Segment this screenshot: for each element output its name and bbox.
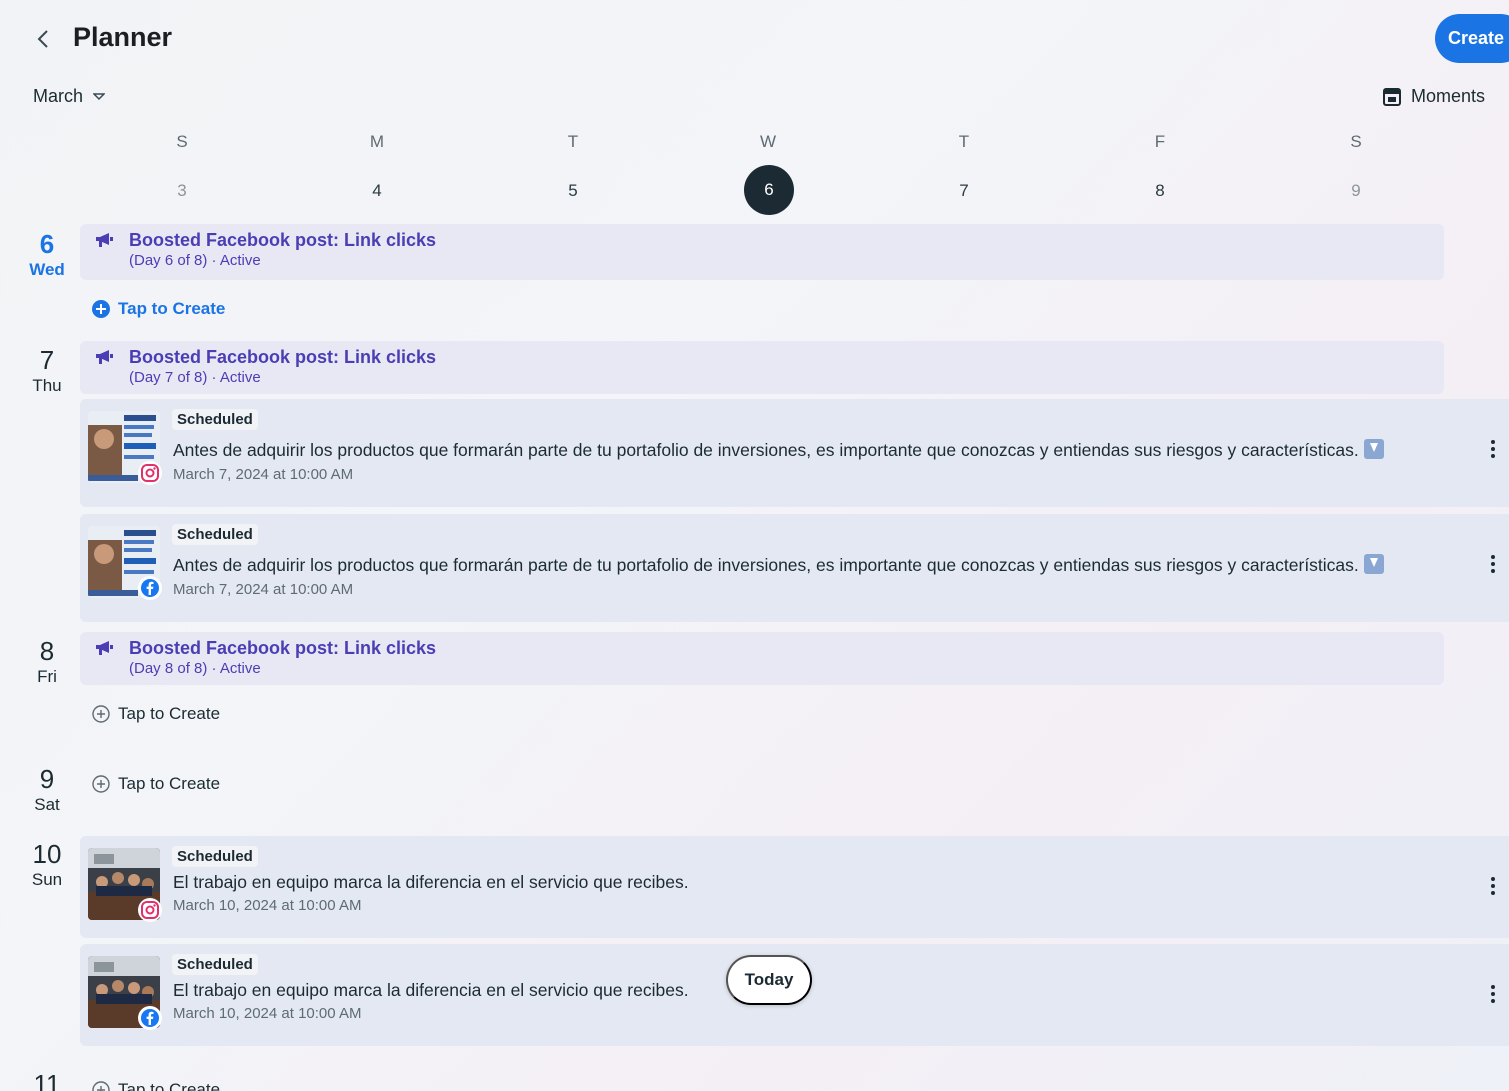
day-number: 9: [39, 764, 55, 794]
plus-circle-outline-icon: [92, 775, 110, 793]
instagram-icon: [138, 461, 162, 485]
post-date: March 10, 2024 at 10:00 AM: [173, 1005, 362, 1022]
more-options-icon[interactable]: [1487, 552, 1499, 576]
weekday-header: T: [958, 132, 970, 151]
tap-to-create[interactable]: Tap to Create: [92, 1080, 220, 1091]
day-number: 10: [32, 839, 62, 869]
down-arrow-emoji-icon: [1363, 439, 1384, 459]
day-number: 6: [39, 229, 55, 259]
scheduled-post-card[interactable]: Scheduled Antes de adquirir los producto…: [80, 514, 1509, 622]
day-label: 8 Fri: [12, 637, 82, 687]
boosted-post-card[interactable]: Boosted Facebook post: Link clicks (Day …: [80, 341, 1444, 394]
back-button[interactable]: [28, 24, 58, 54]
megaphone-icon: [96, 233, 113, 247]
tap-to-create-label: Tap to Create: [118, 1080, 221, 1091]
post-date: March 10, 2024 at 10:00 AM: [173, 897, 362, 914]
boost-title: Boosted Facebook post: Link clicks: [129, 638, 437, 658]
chevron-left-icon: [37, 30, 48, 48]
status-badge: Scheduled: [172, 846, 258, 867]
more-options-icon[interactable]: [1487, 874, 1499, 898]
post-text: Antes de adquirir los productos que form…: [173, 554, 1384, 576]
tap-to-create-label: Tap to Create: [118, 704, 221, 723]
today-button[interactable]: Today: [726, 955, 812, 1005]
post-text: El trabajo en equipo marca la diferencia…: [173, 980, 689, 1000]
moments-button[interactable]: Moments: [1382, 86, 1485, 107]
day-label: 11: [12, 1070, 82, 1091]
boost-subtitle: (Day 6 of 8) · Active: [129, 252, 261, 269]
day-label: 6 Wed: [12, 230, 82, 280]
plus-circle-outline-icon: [92, 1081, 110, 1091]
weekday-header: F: [1154, 132, 1166, 151]
status-badge: Scheduled: [172, 954, 258, 975]
scheduled-post-card[interactable]: Scheduled Antes de adquirir los producto…: [80, 399, 1509, 507]
more-options-icon[interactable]: [1487, 982, 1499, 1006]
weekday-header: W: [759, 132, 777, 151]
tap-to-create[interactable]: Tap to Create: [92, 774, 220, 794]
chevron-down-icon: [93, 92, 106, 100]
page-title: Planner: [73, 22, 173, 52]
create-button[interactable]: Create: [1435, 14, 1509, 63]
boosted-post-card[interactable]: Boosted Facebook post: Link clicks (Day …: [80, 224, 1444, 280]
post-date: March 7, 2024 at 10:00 AM: [173, 581, 354, 598]
day-of-week: Thu: [32, 376, 62, 395]
month-selector[interactable]: March: [33, 86, 106, 107]
day-number: 8: [39, 636, 55, 666]
down-arrow-emoji-icon: [1363, 554, 1384, 574]
date-cell[interactable]: 9: [1326, 181, 1386, 201]
day-label: 7 Thu: [12, 346, 82, 396]
weekday-header: S: [176, 132, 188, 151]
post-text: Antes de adquirir los productos que form…: [173, 439, 1384, 461]
date-cell[interactable]: 7: [934, 181, 994, 201]
tap-to-create[interactable]: Tap to Create: [92, 704, 220, 724]
date-cell[interactable]: 5: [543, 181, 603, 201]
status-badge: Scheduled: [172, 524, 258, 545]
month-label: March: [33, 86, 84, 106]
megaphone-icon: [96, 350, 113, 364]
post-date: March 7, 2024 at 10:00 AM: [173, 466, 354, 483]
moments-icon: [1383, 87, 1401, 106]
day-of-week: Wed: [29, 260, 65, 279]
day-label: 10 Sun: [12, 840, 82, 890]
day-of-week: Sun: [31, 870, 63, 889]
instagram-icon: [138, 898, 162, 922]
boosted-post-card[interactable]: Boosted Facebook post: Link clicks (Day …: [80, 632, 1444, 685]
boost-title: Boosted Facebook post: Link clicks: [129, 230, 437, 250]
scheduled-post-card[interactable]: Scheduled El trabajo en equipo marca la …: [80, 836, 1509, 938]
status-badge: Scheduled: [172, 409, 258, 430]
post-text: El trabajo en equipo marca la diferencia…: [173, 872, 689, 892]
boost-subtitle: (Day 7 of 8) · Active: [129, 369, 261, 386]
date-cell[interactable]: 3: [152, 181, 212, 201]
moments-label: Moments: [1411, 86, 1486, 106]
tap-to-create-label: Tap to Create: [118, 299, 226, 318]
tap-to-create[interactable]: Tap to Create: [92, 299, 225, 319]
date-cell-selected[interactable]: 6: [744, 165, 794, 215]
day-number: 11: [33, 1069, 61, 1091]
boost-title: Boosted Facebook post: Link clicks: [129, 347, 437, 367]
more-options-icon[interactable]: [1487, 437, 1499, 461]
boost-subtitle: (Day 8 of 8) · Active: [129, 660, 261, 677]
megaphone-icon: [96, 641, 113, 655]
tap-to-create-label: Tap to Create: [118, 774, 221, 793]
day-of-week: Sat: [34, 795, 60, 814]
weekday-header: M: [369, 132, 385, 151]
weekday-header: T: [567, 132, 579, 151]
weekday-header: S: [1350, 132, 1362, 151]
facebook-icon: [138, 576, 162, 600]
day-number: 7: [39, 345, 55, 375]
date-cell[interactable]: 4: [347, 181, 407, 201]
facebook-icon: [138, 1006, 162, 1030]
plus-circle-icon: [92, 300, 110, 318]
day-label: 9 Sat: [12, 765, 82, 815]
day-of-week: Fri: [37, 667, 57, 686]
plus-circle-outline-icon: [92, 705, 110, 723]
date-cell[interactable]: 8: [1130, 181, 1190, 201]
